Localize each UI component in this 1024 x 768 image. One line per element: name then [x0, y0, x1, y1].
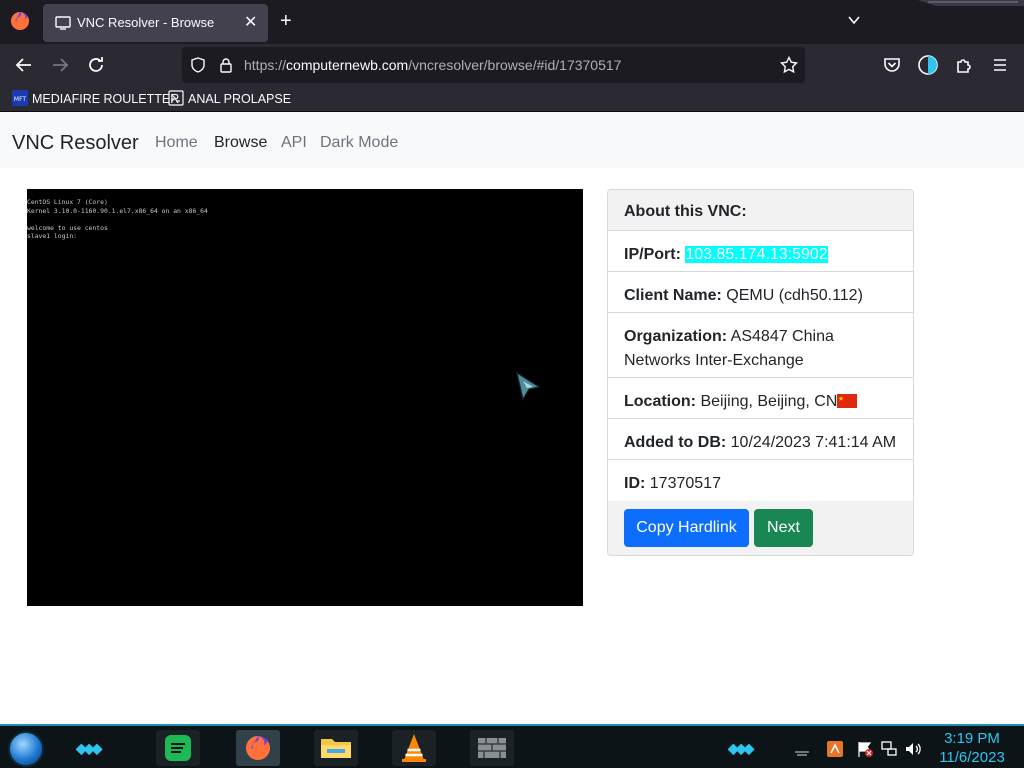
terminal-line: slave1 login:	[27, 232, 78, 240]
back-icon[interactable]	[12, 53, 36, 77]
taskbar: ◆◆◆ ◆◆◆ 3:19 PM 11/6/2023	[0, 724, 1024, 768]
forward-icon[interactable]	[48, 53, 72, 77]
location-value: Beijing, Beijing, CN	[700, 393, 838, 410]
nav-link-browse[interactable]: Browse	[214, 134, 267, 152]
mouse-cursor-icon	[516, 371, 541, 401]
vnc-tab-icon	[55, 16, 71, 30]
bookmark-star-icon[interactable]	[780, 56, 798, 74]
account-sync-icon[interactable]	[916, 53, 940, 77]
flag-notification-icon[interactable]	[856, 740, 874, 758]
site-brand[interactable]: VNC Resolver	[12, 132, 139, 155]
tab-vnc-resolver[interactable]: VNC Resolver - Browse ✕	[43, 4, 268, 42]
location-label: Location:	[624, 393, 696, 410]
network-icon[interactable]	[880, 740, 898, 758]
taskbar-app-vlc[interactable]	[392, 730, 436, 766]
pocket-icon[interactable]	[880, 53, 904, 77]
ip-port-value[interactable]: 103.85.174.13:5902	[685, 246, 828, 263]
china-flag-icon	[837, 394, 858, 408]
tray-app-icon[interactable]	[826, 740, 844, 758]
svg-text:MFT: MFT	[14, 96, 27, 103]
id-value: 17370517	[649, 475, 721, 492]
id-label: ID:	[624, 475, 646, 492]
lock-icon[interactable]	[218, 57, 234, 73]
bookmark-second[interactable]: ANAL PROLAPSE	[168, 90, 291, 108]
url-scheme: https://	[244, 57, 287, 73]
address-bar[interactable]: https://computernewb.com/vncresolver/bro…	[182, 47, 805, 83]
tab-close-icon[interactable]: ✕	[244, 12, 257, 32]
taskbar-app-spotify[interactable]	[156, 730, 200, 766]
browser-tab-bar: VNC Resolver - Browse ✕ +	[0, 0, 1024, 44]
vlc-icon	[402, 734, 426, 762]
firefox-icon[interactable]	[10, 11, 30, 31]
menu-hamburger-icon[interactable]	[988, 53, 1012, 77]
brick-wall-icon	[478, 738, 506, 758]
taskbar-decoration-chevrons-right: ◆◆◆	[728, 740, 754, 756]
bookmark-label: ANAL PROLAPSE	[188, 92, 292, 106]
taskbar-app-tools[interactable]	[470, 730, 514, 766]
client-name-label: Client Name:	[624, 287, 722, 304]
list-all-tabs-icon[interactable]	[846, 12, 862, 28]
system-clock[interactable]: 3:19 PM 11/6/2023	[920, 729, 1024, 767]
terminal-output: CentOS Linux 7 (Core) Kernel 3.10.0-1160.…	[27, 198, 208, 241]
taskbar-app-file-explorer[interactable]	[314, 730, 358, 766]
nav-link-dark-mode[interactable]: Dark Mode	[320, 134, 398, 152]
reload-icon[interactable]	[84, 53, 108, 77]
bookmark-mediafire[interactable]: MFT MEDIAFIRE ROULETTER	[12, 90, 179, 108]
site-navbar: VNC Resolver Home Browse API Dark Mode	[0, 112, 1024, 168]
card-header: About this VNC:	[608, 190, 913, 231]
id-row: ID: 17370517	[608, 460, 913, 501]
card-title: About this VNC:	[624, 203, 747, 220]
show-desktop-icon[interactable]	[793, 740, 811, 758]
client-name-row: Client Name: QEMU (cdh50.112)	[608, 272, 913, 313]
terminal-line: CentOS Linux 7 (Core)	[27, 198, 108, 206]
tracking-shield-icon[interactable]	[190, 57, 206, 73]
nav-link-home[interactable]: Home	[155, 134, 198, 152]
nav-link-api[interactable]: API	[281, 134, 307, 152]
terminal-line: Kernel 3.10.0-1160.90.1.el7.x86_64 on an…	[27, 206, 208, 215]
added-to-db-label: Added to DB:	[624, 434, 727, 451]
terminal-line: ​	[27, 215, 208, 224]
folder-icon	[321, 739, 351, 758]
firefox-icon	[246, 736, 270, 760]
spotify-icon	[165, 735, 191, 761]
browser-nav-bar: https://computernewb.com/vncresolver/bro…	[0, 44, 1024, 86]
ip-port-label: IP/Port:	[624, 246, 681, 263]
card-footer: Copy Hardlink Next	[608, 501, 913, 555]
bookmark-label: MEDIAFIRE ROULETTER	[32, 92, 180, 106]
ip-port-row: IP/Port: 103.85.174.13:5902	[608, 231, 913, 272]
terminal-icon	[168, 90, 184, 106]
bookmarks-bar: MFT MEDIAFIRE ROULETTER ANAL PROLAPSE	[0, 86, 1024, 112]
taskbar-decoration-chevrons: ◆◆◆	[76, 740, 102, 756]
vnc-info-card: About this VNC: IP/Port: 103.85.174.13:5…	[607, 189, 914, 556]
taskbar-app-firefox[interactable]	[236, 730, 280, 766]
url-text[interactable]: https://computernewb.com/vncresolver/bro…	[244, 57, 621, 73]
next-button[interactable]: Next	[754, 509, 813, 547]
client-name-value: QEMU (cdh50.112)	[726, 287, 863, 304]
clock-date: 11/6/2023	[939, 749, 1005, 766]
terminal-line: welcome to use centos	[27, 223, 108, 232]
tab-title: VNC Resolver - Browse	[77, 15, 215, 30]
window-frame-decoration	[918, 0, 1024, 6]
organization-row: Organization: AS4847 China Networks Inte…	[608, 313, 913, 378]
organization-label: Organization:	[624, 328, 728, 345]
url-path: /vncresolver/browse/#id/17370517	[408, 57, 622, 73]
extensions-icon[interactable]	[952, 53, 976, 77]
screen-root: VNC Resolver - Browse ✕ + https://comput…	[0, 0, 1024, 768]
start-button[interactable]	[8, 731, 44, 767]
url-host: computernewb.com	[286, 57, 409, 73]
web-page: VNC Resolver Home Browse API Dark Mode C…	[0, 112, 1024, 724]
added-to-db-row: Added to DB: 10/24/2023 7:41:14 AM	[608, 419, 913, 460]
added-to-db-value: 10/24/2023 7:41:14 AM	[730, 434, 897, 451]
mediafire-icon: MFT	[12, 90, 28, 106]
clock-time: 3:19 PM	[944, 730, 1000, 747]
new-tab-icon[interactable]: +	[280, 10, 292, 33]
vnc-screenshot: CentOS Linux 7 (Core) Kernel 3.10.0-1160.…	[27, 189, 583, 606]
copy-hardlink-button[interactable]: Copy Hardlink	[624, 509, 749, 547]
location-row: Location: Beijing, Beijing, CN	[608, 378, 913, 419]
